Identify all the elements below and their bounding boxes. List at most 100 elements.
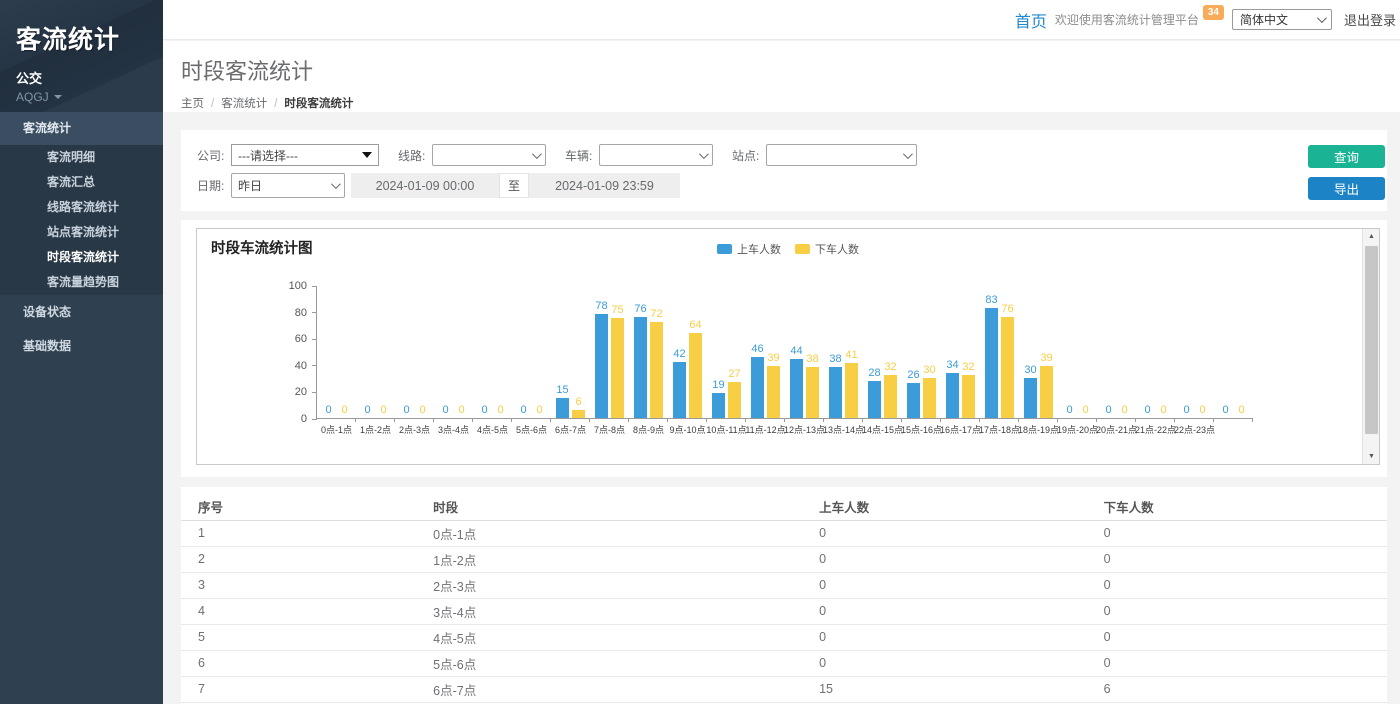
breadcrumb-item[interactable]: 客流统计 xyxy=(221,98,267,110)
bar-alighting xyxy=(689,333,702,418)
table-cell: 4 xyxy=(181,598,416,624)
bar-boarding xyxy=(907,383,920,418)
language-select[interactable]: 简体中文 xyxy=(1232,9,1332,30)
company-select-value: ---请选择--- xyxy=(238,147,298,164)
table-cell: 0点-1点 xyxy=(416,520,802,546)
scroll-down-icon[interactable]: ▼ xyxy=(1363,449,1380,464)
bar-value-label: 41 xyxy=(845,349,857,361)
x-axis-category-label: 20点-21点 xyxy=(1096,423,1137,436)
table-header-cell: 序号 xyxy=(181,493,416,520)
x-axis-category-label: 3点-4点 xyxy=(438,423,469,436)
bar-boarding xyxy=(634,317,647,418)
sidebar-item-flow-detail[interactable]: 客流明细 xyxy=(0,145,163,170)
date-from-input[interactable]: 2024-01-09 00:00 xyxy=(351,173,499,198)
legend-item[interactable]: 下车人数 xyxy=(795,241,859,257)
company-select[interactable]: ---请选择--- xyxy=(231,144,379,166)
table-row: 43点-4点00 xyxy=(181,598,1387,624)
x-axis-category-label: 7点-8点 xyxy=(594,423,625,436)
y-axis-tick-label: 0 xyxy=(301,413,307,425)
sidebar-item-flow-trend-chart[interactable]: 客流量趋势图 xyxy=(0,270,163,295)
search-button[interactable]: 查询 xyxy=(1308,145,1385,168)
x-axis-category-label: 9点-10点 xyxy=(669,423,705,436)
bar-value-label: 64 xyxy=(689,319,701,331)
scroll-up-icon[interactable]: ▲ xyxy=(1363,229,1380,244)
sidebar-header: 客流统计 公交 AQGJ xyxy=(0,0,163,112)
chart-scrollbar[interactable]: ▲ ▼ xyxy=(1362,229,1379,464)
x-axis-category-label: 12点-13点 xyxy=(784,423,825,436)
table-cell: 0 xyxy=(802,624,1087,650)
bar-alighting xyxy=(806,367,819,418)
bar-alighting xyxy=(611,318,624,418)
breadcrumb-item: 时段客流统计 xyxy=(284,98,353,110)
scrollbar-thumb[interactable] xyxy=(1365,246,1378,434)
bar-value-label: 46 xyxy=(751,343,763,355)
x-axis-tick xyxy=(1174,418,1175,422)
table-cell: 0 xyxy=(1087,546,1387,572)
logout-link[interactable]: 退出登录 xyxy=(1344,10,1396,29)
x-axis-tick xyxy=(394,418,395,422)
x-axis-tick xyxy=(901,418,902,422)
table-cell: 5 xyxy=(181,624,416,650)
x-axis-tick xyxy=(1018,418,1019,422)
table-cell: 6 xyxy=(181,650,416,676)
sidebar-item-period-flow-stats[interactable]: 时段客流统计 xyxy=(0,245,163,270)
sidebar-item-station-flow-stats[interactable]: 站点客流统计 xyxy=(0,220,163,245)
bar-value-label: 0 xyxy=(536,404,542,416)
table-cell: 5点-6点 xyxy=(416,650,802,676)
table-header-cell: 时段 xyxy=(416,493,802,520)
sidebar-item-flow-summary[interactable]: 客流汇总 xyxy=(0,170,163,195)
table-row: 32点-3点00 xyxy=(181,572,1387,598)
legend-item[interactable]: 上车人数 xyxy=(717,241,781,257)
x-axis-category-label: 10点-11点 xyxy=(706,423,746,436)
x-axis-tick xyxy=(1252,418,1253,422)
x-axis-category-label: 18点-19点 xyxy=(1018,423,1059,436)
table-cell: 0 xyxy=(802,546,1087,572)
table-cell: 1点-2点 xyxy=(416,546,802,572)
table-header-cell: 上车人数 xyxy=(802,493,1087,520)
sidebar-item-base-data[interactable]: 基础数据 xyxy=(0,329,163,363)
sidebar-item-passenger-flow-stats[interactable]: 客流统计 xyxy=(0,112,163,145)
bar-alighting xyxy=(650,322,663,418)
bar-boarding xyxy=(712,393,725,418)
bar-value-label: 0 xyxy=(403,404,409,416)
bar-value-label: 39 xyxy=(1040,352,1052,364)
sidebar-item-line-flow-stats[interactable]: 线路客流统计 xyxy=(0,195,163,220)
x-axis-tick xyxy=(472,418,473,422)
x-axis-tick xyxy=(862,418,863,422)
filter-row-2: 日期: 昨日 2024-01-09 00:00 至 2024-01-09 23:… xyxy=(197,173,1371,198)
vehicle-select[interactable] xyxy=(599,144,713,166)
notification-badge: 34 xyxy=(1203,5,1224,20)
table-cell: 2点-3点 xyxy=(416,572,802,598)
table-cell: 0 xyxy=(1087,624,1387,650)
table-cell: 0 xyxy=(1087,598,1387,624)
org-code-dropdown[interactable]: AQGJ xyxy=(16,90,163,104)
welcome-text: 欢迎使用客流统计管理平台 xyxy=(1055,11,1199,28)
bar-value-label: 42 xyxy=(673,348,685,360)
x-axis-category-label: 11点-12点 xyxy=(745,423,785,436)
x-axis-category-label: 5点-6点 xyxy=(516,423,547,436)
table-row: 76点-7点156 xyxy=(181,676,1387,702)
x-axis-tick xyxy=(667,418,668,422)
bar-value-label: 0 xyxy=(1238,404,1244,416)
table-row: 65点-6点00 xyxy=(181,650,1387,676)
date-to-input[interactable]: 2024-01-09 23:59 xyxy=(529,173,680,198)
bar-value-label: 0 xyxy=(1105,404,1111,416)
table-cell: 3 xyxy=(181,572,416,598)
x-axis-category-label: 0点-1点 xyxy=(321,423,352,436)
export-button[interactable]: 导出 xyxy=(1308,177,1385,200)
date-preset-select[interactable]: 昨日 xyxy=(231,173,345,198)
chevron-down-icon xyxy=(699,149,709,159)
home-link[interactable]: 首页 xyxy=(1015,8,1047,32)
bar-value-label: 0 xyxy=(442,404,448,416)
station-select[interactable] xyxy=(766,144,917,166)
y-axis-tick-label: 60 xyxy=(295,333,307,345)
sidebar-item-device-status[interactable]: 设备状态 xyxy=(0,295,163,329)
line-select[interactable] xyxy=(432,144,546,166)
table-row: 10点-1点00 xyxy=(181,520,1387,546)
bar-value-label: 32 xyxy=(962,361,974,373)
breadcrumb-item[interactable]: 主页 xyxy=(181,98,204,110)
bar-value-label: 44 xyxy=(790,345,802,357)
x-axis-tick xyxy=(706,418,707,422)
x-axis-tick xyxy=(1096,418,1097,422)
table-header-cell: 下车人数 xyxy=(1087,493,1387,520)
